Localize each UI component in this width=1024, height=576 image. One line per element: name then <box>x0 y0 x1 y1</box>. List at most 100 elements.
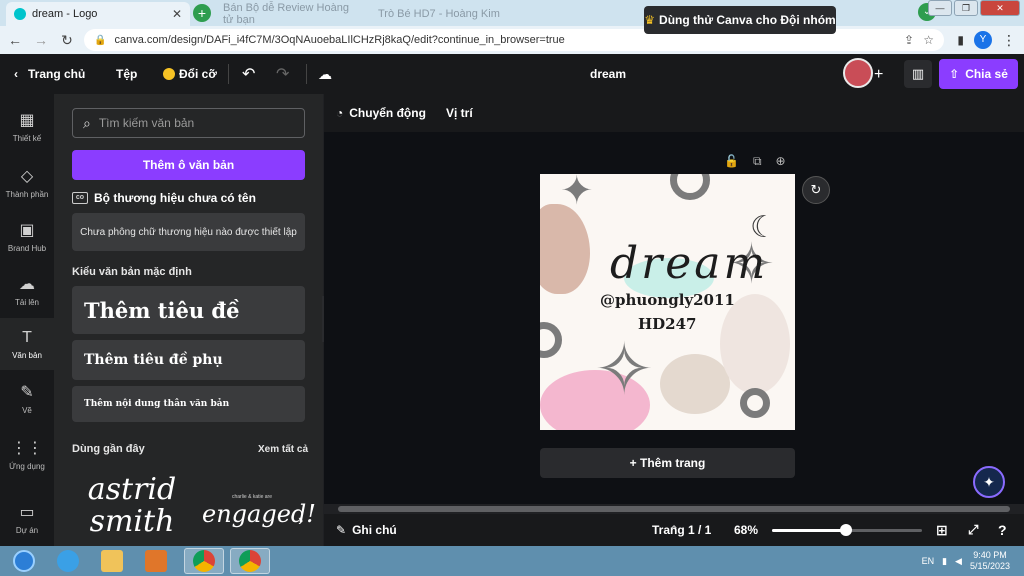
bookmark-star-icon[interactable]: ☆ <box>923 33 934 47</box>
notes-button[interactable]: ✎ Ghi chú <box>336 514 397 546</box>
add-body-text-button[interactable]: Thêm nội dung thân văn bản <box>72 386 305 422</box>
new-tab-button[interactable]: + <box>193 4 211 22</box>
back-icon[interactable]: ← <box>4 32 26 48</box>
design-handle-text[interactable]: @phuongly2011 <box>600 291 735 309</box>
resize-button[interactable]: Đổi cỡ <box>163 54 217 94</box>
rail-item-elements[interactable]: ◇ Thành phần <box>0 156 54 208</box>
search-icon: ⌕ <box>83 114 91 131</box>
clock[interactable]: 9:40 PM 5/15/2023 <box>970 550 1010 572</box>
share-page-icon[interactable]: ⇪ <box>904 33 914 47</box>
position-button[interactable]: Vị trí <box>446 94 473 132</box>
share-button[interactable]: ⇧ Chia sẻ <box>939 59 1018 89</box>
add-collaborator-icon[interactable]: + <box>874 66 883 84</box>
volume-icon[interactable]: ◀ <box>955 556 962 567</box>
recent-font-astrid-smith[interactable]: astrid smith <box>82 474 182 538</box>
network-icon[interactable]: ▮ <box>942 556 947 567</box>
left-rail: ▦ Thiết kế ◇ Thành phần ▣ Brand Hub ☁ Tả… <box>0 94 54 546</box>
add-page-button[interactable]: + Thêm trang <box>540 448 795 478</box>
design-title-text[interactable]: dream <box>610 238 768 289</box>
taskbar-chrome-2[interactable] <box>230 548 270 574</box>
page-indicator[interactable]: Trang 1 / 1 <box>652 514 711 546</box>
rail-item-design[interactable]: ▦ Thiết kế <box>0 100 54 152</box>
taskbar-explorer[interactable] <box>92 548 132 574</box>
design-page[interactable]: ✦ ✧ ✧ ☾ dream @phuongly2011 HD247 <box>540 174 795 430</box>
media-player-icon <box>145 550 167 572</box>
browser-tab-strip: dream - Logo ✕ + Bán Bộ dễ Review Hoàng … <box>0 0 1024 26</box>
reload-icon[interactable]: ↻ <box>56 32 78 49</box>
zoom-value[interactable]: 68% <box>734 514 758 546</box>
scrollbar-thumb[interactable] <box>338 506 1010 512</box>
url-text: canva.com/design/DAFi_i4fC7M/3OqNAuoebaL… <box>114 34 565 46</box>
add-textbox-button[interactable]: Thêm ô văn bản <box>72 150 305 180</box>
fullscreen-icon[interactable]: ⤢ <box>968 514 978 546</box>
chevron-left-icon: ‹ <box>14 67 18 81</box>
see-all-link[interactable]: Xem tất cả <box>258 444 308 455</box>
grid-view-icon[interactable]: ⊞ <box>936 514 948 546</box>
decor-ring <box>740 388 770 418</box>
share-label: Chia sẻ <box>965 67 1008 81</box>
add-heading-button[interactable]: Thêm tiêu đề <box>72 286 305 334</box>
magic-sparkle-icon[interactable]: ✦ <box>973 466 1005 498</box>
design-code-text[interactable]: HD247 <box>638 315 697 333</box>
chevron-right-icon[interactable]: › <box>298 512 303 530</box>
brand-kit-header[interactable]: co Bộ thương hiệu chưa có tên <box>72 191 256 205</box>
language-indicator[interactable]: EN <box>922 556 935 566</box>
rail-item-brand-hub[interactable]: ▣ Brand Hub <box>0 210 54 262</box>
side-panel-icon[interactable]: ▮ <box>957 33 964 47</box>
cloud-saved-icon[interactable]: ☁ <box>318 54 332 94</box>
close-tab-icon[interactable]: ✕ <box>172 7 182 21</box>
rail-item-apps[interactable]: ⋮⋮ Ứng dụng <box>0 428 54 480</box>
tab-canva[interactable]: dream - Logo ✕ <box>6 2 190 26</box>
tab-background-2[interactable]: Trò Bé HD7 - Hoàng Kim <box>370 2 520 26</box>
taskbar-ie[interactable] <box>48 548 88 574</box>
redo-icon[interactable]: ↷ <box>276 54 289 94</box>
insights-chart-icon[interactable]: ▥ <box>904 60 932 88</box>
chrome-icon <box>193 550 215 572</box>
recently-used-title: Dùng gần đây <box>72 443 145 455</box>
profile-avatar[interactable]: Y <box>974 31 992 49</box>
rail-label: Brand Hub <box>7 243 47 253</box>
design-title[interactable]: dream <box>590 54 626 94</box>
lock-page-icon[interactable]: 🔓 <box>724 154 739 169</box>
taskbar-chrome-1[interactable] <box>184 548 224 574</box>
zoom-slider-knob[interactable] <box>839 524 852 536</box>
recent-line: astrid <box>87 472 177 507</box>
undo-icon[interactable]: ↶ <box>242 54 255 94</box>
user-avatar[interactable] <box>843 58 873 88</box>
forward-icon[interactable]: → <box>30 32 52 48</box>
add-page-icon[interactable]: ⊕ <box>776 154 786 169</box>
browser-menu-icon[interactable]: ⋮ <box>1002 32 1016 49</box>
address-bar-row: ← → ↻ 🔒 canva.com/design/DAFi_i4fC7M/3Oq… <box>0 26 1024 54</box>
help-icon[interactable]: ? <box>998 514 1007 546</box>
animate-icon: ◔ <box>336 106 344 120</box>
recent-font-engaged[interactable]: charlie & katie are engaged! <box>202 494 316 528</box>
text-search-input[interactable]: ⌕ Tìm kiếm văn bản <box>72 108 305 138</box>
rail-item-uploads[interactable]: ☁ Tải lên <box>0 264 54 316</box>
recent-line: engaged! <box>202 500 316 528</box>
divider <box>228 64 229 84</box>
home-button[interactable]: ‹ Trang chủ <box>14 54 85 94</box>
divider <box>306 64 307 84</box>
file-menu-button[interactable]: Tệp <box>116 54 137 94</box>
crown-icon: ♛ <box>644 13 656 27</box>
rail-item-draw[interactable]: ✎ Vẽ <box>0 372 54 424</box>
folder-icon: ▭ <box>19 503 35 521</box>
horizontal-scrollbar[interactable] <box>324 504 1024 514</box>
try-teams-button[interactable]: ♛ Dùng thử Canva cho Đội nhóm <box>644 6 836 34</box>
taskbar-media[interactable] <box>136 548 176 574</box>
draw-icon: ✎ <box>20 383 34 401</box>
start-button[interactable] <box>4 548 44 574</box>
animate-button[interactable]: ◔ Chuyển động <box>336 94 426 132</box>
tab-background-1[interactable]: Bán Bộ dễ Review Hoàng tử bạn <box>215 2 365 26</box>
minimize-button[interactable]: — <box>928 0 952 16</box>
rail-item-projects[interactable]: ▭ Dự án <box>0 492 54 544</box>
restore-button[interactable]: ❐ <box>954 0 978 16</box>
duplicate-page-icon[interactable]: ⧉ <box>753 154 762 169</box>
add-subheading-button[interactable]: Thêm tiêu đề phụ <box>72 340 305 380</box>
regenerate-icon[interactable]: ↻ <box>802 176 830 204</box>
system-tray: EN ▮ ◀ 9:40 PM 5/15/2023 <box>922 546 1010 576</box>
zoom-slider[interactable] <box>772 524 922 536</box>
close-window-button[interactable]: ✕ <box>980 0 1020 16</box>
rail-item-text[interactable]: T Văn bản <box>0 318 54 370</box>
elements-icon: ◇ <box>20 167 34 185</box>
